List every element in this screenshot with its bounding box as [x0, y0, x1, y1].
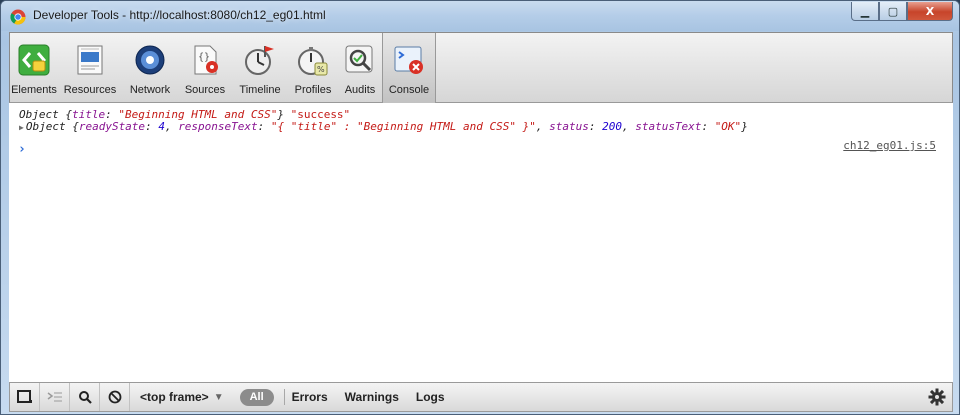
dock-button[interactable]: [10, 383, 40, 411]
sources-icon: {}: [186, 41, 224, 79]
filter-all[interactable]: All: [239, 388, 274, 406]
tab-label: Sources: [184, 84, 226, 96]
filter-logs[interactable]: Logs: [416, 390, 445, 404]
tab-label: Timeline: [239, 84, 281, 96]
resources-icon: [71, 41, 109, 79]
tab-sources[interactable]: {} Sources: [178, 33, 232, 103]
tab-profiles[interactable]: % Profiles: [288, 33, 338, 103]
frame-selector-label: <top frame>: [140, 390, 209, 404]
object-key: status: [549, 120, 589, 133]
object-value: "OK": [714, 120, 742, 133]
console-prompt[interactable]: ›: [18, 142, 26, 157]
tab-label: Resources: [63, 84, 117, 96]
object-key: responseText: [178, 120, 258, 133]
maximize-button[interactable]: ▢: [879, 2, 907, 21]
dock-icon: [16, 390, 32, 403]
close-button[interactable]: X: [907, 2, 953, 21]
network-icon: [131, 41, 169, 79]
tab-resources[interactable]: Resources: [58, 33, 122, 103]
tab-audits[interactable]: Audits: [338, 33, 382, 103]
tab-console[interactable]: Console: [382, 33, 436, 103]
tab-network[interactable]: Network: [122, 33, 178, 103]
title-bar[interactable]: Developer Tools - http://localhost:8080/…: [1, 1, 959, 31]
object-value: "{ "title" : "Beginning HTML and CSS" }": [270, 120, 536, 133]
console-drawer-icon: [47, 392, 62, 402]
search-button[interactable]: [70, 383, 100, 411]
show-drawer-button[interactable]: [40, 383, 70, 411]
object-value: 200: [602, 120, 622, 133]
object-key: readyState: [78, 120, 146, 133]
tab-label: Console: [388, 84, 430, 96]
filter-warnings[interactable]: Warnings: [345, 390, 399, 404]
window-controls: ▁ ▢ X: [851, 2, 953, 21]
devtools-window: Developer Tools - http://localhost:8080/…: [0, 0, 960, 415]
divider: [283, 389, 285, 405]
clear-icon: [108, 390, 121, 404]
console-icon: [390, 41, 428, 79]
minimize-button[interactable]: ▁: [851, 2, 879, 21]
dropdown-arrow-icon: ▼: [213, 391, 224, 403]
filter-errors[interactable]: Errors: [292, 390, 328, 404]
status-bar: <top frame> ▼ All Errors Warnings Logs: [9, 382, 953, 412]
brace: {: [72, 120, 79, 133]
tab-elements[interactable]: Elements: [10, 33, 58, 103]
object-key: statusText: [635, 120, 702, 133]
svg-text:%: %: [317, 65, 325, 74]
search-icon: [78, 391, 92, 404]
devtools-toolbar: Elements Resources Network {} Sources Ti…: [9, 32, 953, 103]
expand-triangle-icon[interactable]: ▶: [19, 123, 24, 132]
console-output[interactable]: Object {title: "Beginning HTML and CSS"}…: [9, 103, 953, 382]
frame-selector[interactable]: <top frame> ▼: [130, 390, 234, 404]
elements-icon: [15, 41, 53, 79]
gear-icon[interactable]: [928, 388, 946, 406]
object-label: Object: [25, 120, 66, 133]
audits-icon: [341, 41, 379, 79]
svg-text:{}: {}: [198, 52, 210, 63]
tab-label: Audits: [344, 84, 376, 96]
tab-label: Network: [129, 84, 171, 96]
object-value: 4: [158, 120, 165, 133]
clear-console-button[interactable]: [100, 383, 130, 411]
console-log-line[interactable]: ▶ Object {readyState: 4, responseText: "{…: [19, 120, 748, 133]
source-link[interactable]: ch12_eg01.js:5: [843, 139, 936, 152]
timeline-icon: [241, 41, 279, 79]
tab-timeline[interactable]: Timeline: [232, 33, 288, 103]
brace: }: [741, 120, 748, 133]
profiles-icon: %: [294, 41, 332, 79]
tab-label: Profiles: [294, 84, 332, 96]
tab-label: Elements: [11, 84, 57, 96]
window-title: Developer Tools - http://localhost:8080/…: [33, 8, 326, 22]
chrome-icon: [10, 9, 26, 25]
